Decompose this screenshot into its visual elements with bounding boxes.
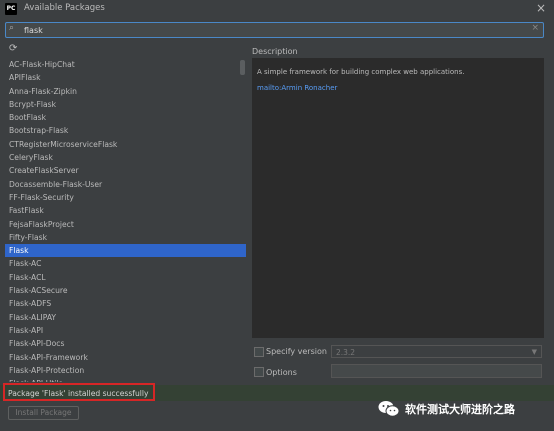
list-item[interactable]: Fifty-Flask [5, 231, 246, 244]
list-item[interactable]: FF-Flask-Security [5, 191, 246, 204]
list-scrollbar[interactable] [240, 60, 245, 75]
specify-version-checkbox[interactable] [254, 347, 264, 357]
list-item[interactable]: FastFlask [5, 204, 246, 217]
list-item[interactable]: CreateFlaskServer [5, 164, 246, 177]
search-input[interactable] [24, 23, 524, 37]
list-item[interactable]: BootFlask [5, 111, 246, 124]
list-item[interactable]: Flask-API-Docs [5, 337, 246, 350]
list-item[interactable]: Anna-Flask-Zipkin [5, 85, 246, 98]
list-item[interactable]: Flask-API-Utils [5, 377, 246, 382]
list-item[interactable]: Bcrypt-Flask [5, 98, 246, 111]
list-item[interactable]: Flask-AC [5, 257, 246, 270]
list-item[interactable]: CeleryFlask [5, 151, 246, 164]
options-label: Options [266, 368, 297, 377]
pycharm-icon: PC [5, 3, 17, 15]
version-value: 2.3.2 [336, 348, 356, 357]
package-list[interactable]: AC-Flask-HipChat APIFlask Anna-Flask-Zipki… [5, 58, 246, 382]
description-panel: A simple framework for building complex … [252, 58, 544, 338]
install-package-button[interactable]: Install Package [8, 406, 79, 420]
options-field[interactable] [331, 364, 542, 378]
clear-search-icon[interactable]: × [531, 23, 539, 33]
search-icon[interactable]: ⌕ [9, 23, 14, 33]
list-item[interactable]: Flask-ALIPAY [5, 311, 246, 324]
list-item[interactable]: APIFlask [5, 71, 246, 84]
list-item[interactable]: Flask-ADFS [5, 297, 246, 310]
list-item[interactable]: Flask-API-Framework [5, 351, 246, 364]
wechat-icon [378, 401, 400, 417]
title-bar: PC Available Packages × [0, 0, 554, 18]
status-message: Package 'Flask' installed successfully [8, 389, 149, 398]
search-box: ⌕ × [5, 22, 544, 38]
window-title: Available Packages [24, 3, 105, 13]
list-item[interactable]: Flask-API [5, 324, 246, 337]
version-dropdown[interactable]: 2.3.2 ▼ [331, 345, 542, 358]
author-link[interactable]: mailto:Armin Ronacher [257, 84, 337, 92]
list-item[interactable]: Flask-ACL [5, 271, 246, 284]
list-item-selected[interactable]: Flask [5, 244, 246, 258]
chevron-down-icon: ▼ [531, 348, 537, 356]
description-text: A simple framework for building complex … [257, 68, 465, 76]
list-item[interactable]: Bootstrap-Flask [5, 124, 246, 137]
list-item[interactable]: Docassemble-Flask-User [5, 178, 246, 191]
description-label: Description [252, 47, 298, 56]
list-item[interactable]: CTRegisterMicroserviceFlask [5, 138, 246, 151]
close-icon[interactable]: × [536, 1, 546, 15]
list-item[interactable]: Flask-ACSecure [5, 284, 246, 297]
specify-version-label: Specify version [266, 347, 327, 356]
watermark-text: 软件测试大师进阶之路 [405, 403, 515, 416]
list-item[interactable]: Flask-API-Protection [5, 364, 246, 377]
refresh-icon[interactable]: ⟳ [9, 43, 17, 54]
list-item[interactable]: FejsaFlaskProject [5, 218, 246, 231]
list-item[interactable]: AC-Flask-HipChat [5, 58, 246, 71]
options-checkbox[interactable] [254, 367, 264, 377]
